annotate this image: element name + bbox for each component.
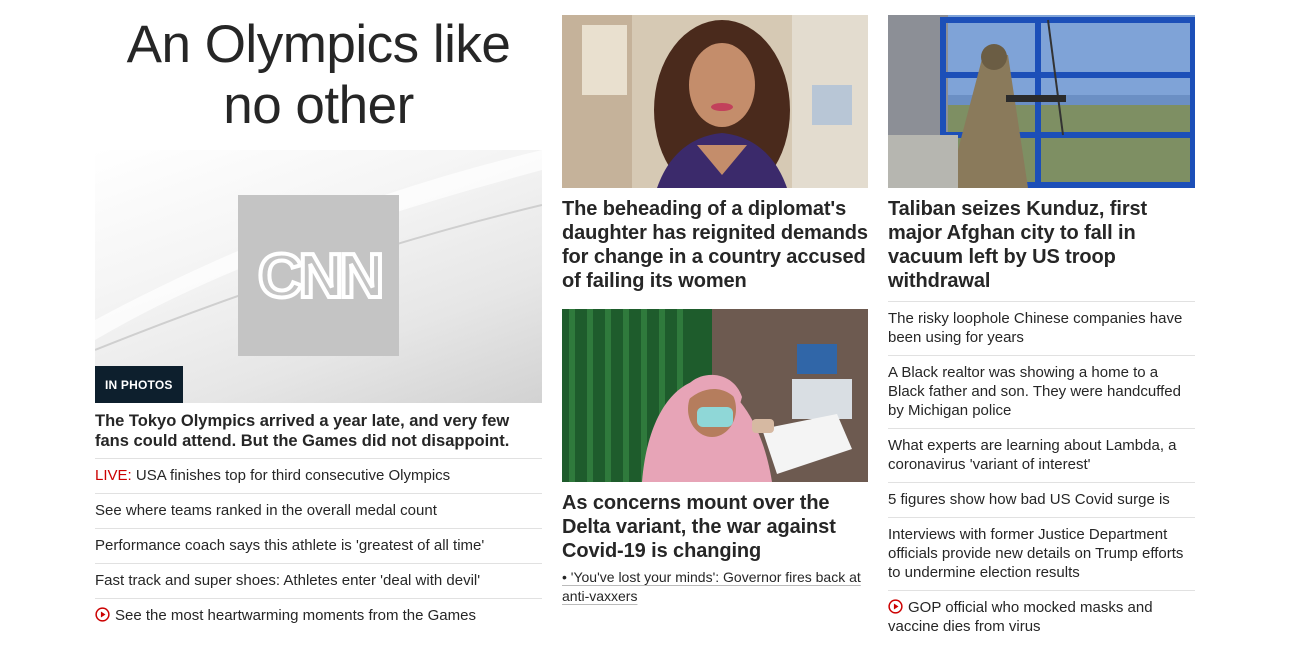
hero-summary-link[interactable]: The Tokyo Olympics arrived a year late, …: [95, 411, 542, 459]
cnn-logo-icon: CNN: [255, 245, 382, 307]
svg-text:CNN: CNN: [257, 245, 380, 307]
list-item[interactable]: 5 figures show how bad US Covid surge is: [888, 483, 1195, 518]
list-item-text: The risky loophole Chinese companies hav…: [888, 310, 1183, 346]
diplomat-daughter-photo[interactable]: [562, 15, 868, 188]
play-video-icon: [888, 599, 903, 614]
featured-links-list: LIVE: USA finishes top for third consecu…: [95, 459, 542, 633]
vaccination-scene-photo: [562, 309, 868, 482]
cnn-logo-placeholder: CNN: [238, 195, 399, 356]
list-item-text: 5 figures show how bad US Covid surge is: [888, 491, 1170, 508]
featured-title[interactable]: An Olympics like no other: [95, 14, 542, 136]
list-item[interactable]: LIVE: USA finishes top for third consecu…: [95, 459, 542, 494]
in-photos-badge: IN PHOTOS: [95, 366, 183, 403]
list-item-text: See where teams ranked in the overall me…: [95, 502, 437, 519]
portrait-photo: [562, 15, 868, 188]
list-item[interactable]: The risky loophole Chinese companies hav…: [888, 302, 1195, 356]
list-item-text: A Black realtor was showing a home to a …: [888, 364, 1181, 419]
list-item-text: USA finishes top for third consecutive O…: [131, 467, 451, 484]
list-item-text: Performance coach says this athlete is '…: [95, 537, 485, 554]
vaccination-photo[interactable]: [562, 309, 868, 482]
hero-image[interactable]: CNN IN PHOTOS: [95, 150, 542, 403]
list-item[interactable]: A Black realtor was showing a home to a …: [888, 356, 1195, 429]
right-column: Taliban seizes Kunduz, first major Afgha…: [888, 0, 1195, 644]
diplomat-headline-link[interactable]: The beheading of a diplomat's daughter h…: [562, 197, 868, 293]
list-item[interactable]: What experts are learning about Lambda, …: [888, 429, 1195, 483]
list-item[interactable]: Performance coach says this athlete is '…: [95, 529, 542, 564]
play-video-icon: [95, 607, 110, 622]
right-links-list: The risky loophole Chinese companies hav…: [888, 302, 1195, 644]
kunduz-photo[interactable]: [888, 15, 1195, 188]
list-item-text: Fast track and super shoes: Athletes ent…: [95, 572, 481, 589]
list-item[interactable]: See where teams ranked in the overall me…: [95, 494, 542, 529]
kunduz-headline-link[interactable]: Taliban seizes Kunduz, first major Afgha…: [888, 197, 1195, 302]
featured-column: An Olympics like no other CNN IN PHOTOS …: [95, 0, 542, 633]
governor-related-link[interactable]: • 'You've lost your minds': Governor fir…: [562, 568, 868, 606]
list-item[interactable]: Interviews with former Justice Departmen…: [888, 518, 1195, 591]
list-item-text: Interviews with former Justice Departmen…: [888, 526, 1184, 581]
list-item-text: See the most heartwarming moments from t…: [115, 607, 476, 624]
delta-variant-headline-link[interactable]: As concerns mount over the Delta variant…: [562, 491, 868, 563]
soldier-window-photo: [888, 15, 1195, 188]
list-item-text: GOP official who mocked masks and vaccin…: [888, 599, 1153, 635]
list-item[interactable]: Fast track and super shoes: Athletes ent…: [95, 564, 542, 599]
list-item-text: What experts are learning about Lambda, …: [888, 437, 1177, 473]
list-item[interactable]: GOP official who mocked masks and vaccin…: [888, 591, 1195, 644]
live-label: LIVE:: [95, 467, 132, 484]
list-item[interactable]: See the most heartwarming moments from t…: [95, 599, 542, 633]
middle-column: The beheading of a diplomat's daughter h…: [562, 0, 868, 606]
